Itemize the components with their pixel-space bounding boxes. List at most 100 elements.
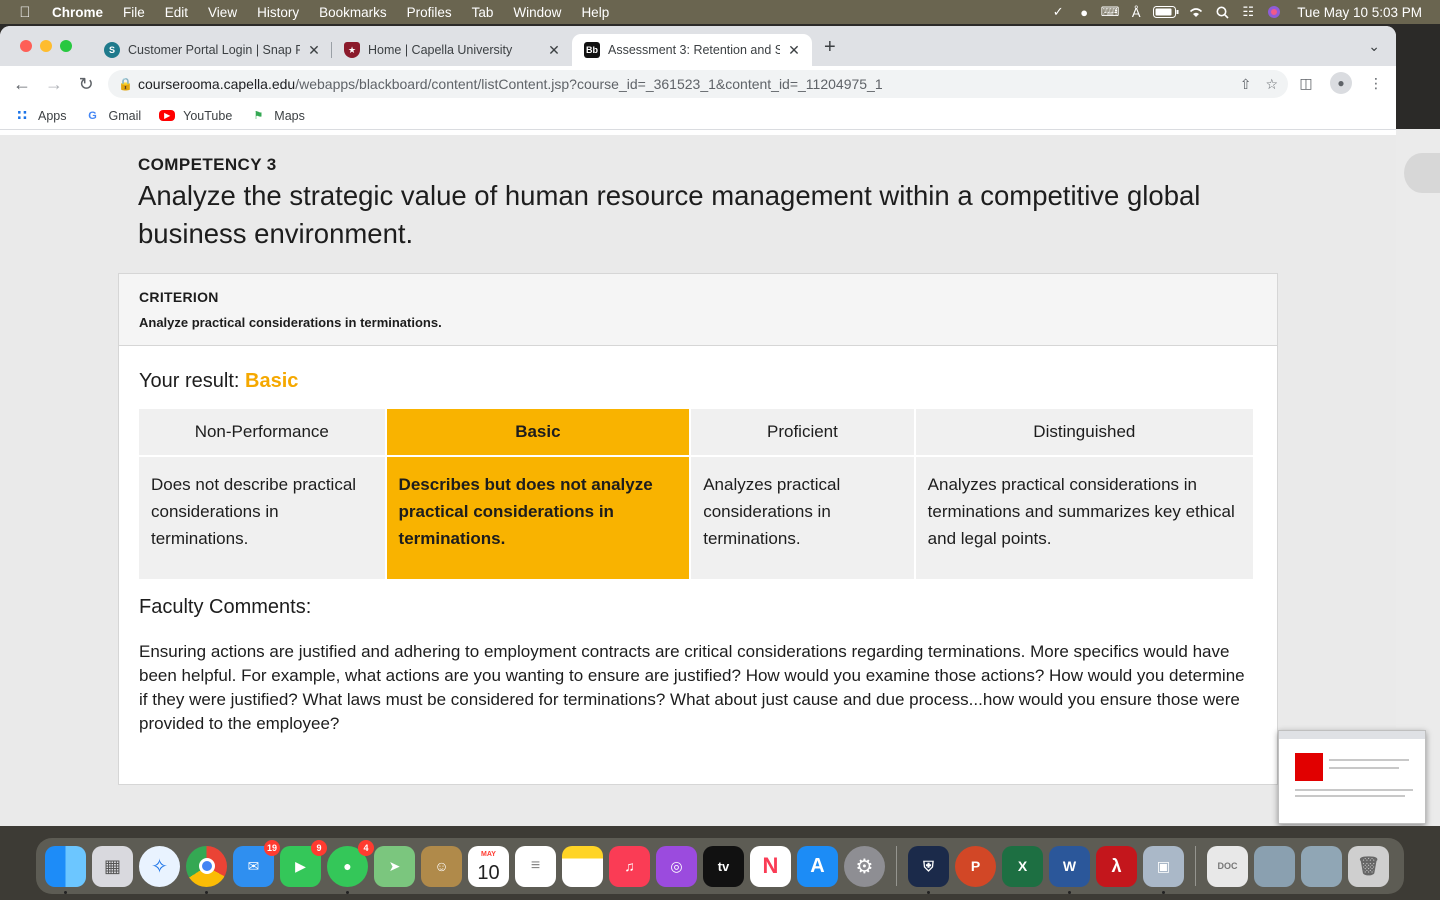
youtube-play-icon: ▶ (159, 110, 176, 121)
system-preferences-icon[interactable]: ⚙ (844, 845, 885, 887)
tab-assessment-3[interactable]: Bb Assessment 3: Retention and S ✕ (572, 34, 812, 66)
minimize-window-button[interactable] (40, 40, 52, 52)
blackboard-favicon-icon: Bb (584, 42, 600, 58)
screenshot-stack-icon[interactable] (1254, 845, 1295, 887)
competency-title: Analyze the strategic value of human res… (138, 180, 1201, 249)
powerpoint-icon[interactable]: P (955, 845, 996, 887)
bluetooth-icon[interactable]: Å (1123, 0, 1149, 24)
messages-icon[interactable]: ● 4 (327, 839, 374, 894)
vpn-shield-icon[interactable]: ⛨ (908, 845, 949, 894)
close-window-button[interactable] (20, 40, 32, 52)
address-bar[interactable]: 🔒 courserooma.capella.edu/webapps/blackb… (108, 70, 1288, 98)
apple-tv-icon[interactable]: tv (703, 845, 744, 887)
bookmark-star-icon[interactable]: ☆ (1265, 76, 1278, 93)
news-icon[interactable]: N (750, 845, 791, 887)
menu-app-name[interactable]: Chrome (50, 5, 113, 20)
creative-cloud-icon[interactable]: ● (1071, 0, 1097, 24)
wifi-icon[interactable] (1183, 0, 1209, 24)
macos-menubar:  Chrome File Edit View History Bookmark… (0, 0, 1440, 24)
new-tab-button[interactable]: + (824, 36, 836, 59)
facetime-icon[interactable]: ▶ 9 (280, 839, 327, 887)
bookmarks-bar: ∷ Apps G Gmail ▶ YouTube ⚑ Maps (0, 102, 1396, 130)
close-tab-icon[interactable]: ✕ (306, 42, 322, 59)
more-menu-icon[interactable]: ⋮ (1366, 73, 1386, 93)
music-icon[interactable]: ♫ (609, 845, 650, 887)
facetime-badge: 9 (311, 839, 327, 856)
battery-icon[interactable] (1149, 0, 1183, 24)
menu-view[interactable]: View (198, 5, 247, 20)
control-center-icon[interactable]: ☷ (1235, 0, 1261, 24)
mail-icon[interactable]: ✉ 19 (233, 839, 280, 887)
trash-icon[interactable]: 🗑 (1348, 845, 1389, 887)
rubric-description-selected: Describes but does not analyze practical… (386, 457, 690, 579)
bookmark-youtube[interactable]: ▶ YouTube (159, 109, 232, 123)
back-arrow-icon[interactable]: ← (6, 74, 38, 95)
lock-icon[interactable]: 🔒 (118, 77, 138, 91)
criterion-header: CRITERION Analyze practical consideratio… (119, 274, 1277, 346)
tab-search-chevron-icon[interactable]: ⌄ (1368, 38, 1380, 55)
acrobat-icon[interactable]: λ (1096, 845, 1137, 887)
maps-pin-icon: ⚑ (253, 110, 264, 122)
screenshot-stack-icon-2[interactable] (1301, 845, 1342, 887)
document-file-icon[interactable]: DOC (1207, 845, 1248, 887)
keyboard-icon[interactable]: ⌨ (1097, 0, 1123, 24)
competency-label: COMPETENCY 3 (138, 155, 277, 174)
menu-help[interactable]: Help (571, 5, 619, 20)
menu-history[interactable]: History (247, 5, 309, 20)
menu-bookmarks[interactable]: Bookmarks (309, 5, 397, 20)
notes-icon[interactable] (562, 845, 603, 887)
calendar-icon[interactable]: MAY 10 (468, 845, 509, 887)
screenshot-thumbnail[interactable] (1278, 730, 1426, 824)
bookmark-gmail[interactable]: G Gmail (85, 108, 141, 124)
launchpad-icon[interactable]: ▦ (92, 845, 133, 887)
menu-tab[interactable]: Tab (462, 5, 504, 20)
criterion-card: CRITERION Analyze practical consideratio… (118, 273, 1278, 785)
close-tab-icon[interactable]: ✕ (786, 42, 802, 59)
zoom-window-button[interactable] (60, 40, 72, 52)
faculty-comments-title: Faculty Comments: (139, 596, 312, 618)
snap-favicon-icon: S (104, 42, 120, 58)
check-status-icon[interactable]: ✓ (1045, 0, 1071, 24)
menu-profiles[interactable]: Profiles (397, 5, 462, 20)
tab-title: Customer Portal Login | Snap F (128, 43, 300, 57)
url-host: courserooma.capella.edu (138, 76, 296, 92)
side-panel-icon[interactable]: ◫ (1296, 73, 1316, 93)
rubric-description: Does not describe practical consideratio… (139, 457, 385, 579)
bookmark-maps[interactable]: ⚑ Maps (250, 108, 305, 124)
tab-strip: S Customer Portal Login | Snap F ✕ ★ Hom… (0, 26, 1396, 66)
tab-capella-home[interactable]: ★ Home | Capella University ✕ (332, 34, 572, 66)
rubric-description: Analyzes practical considerations in ter… (915, 457, 1253, 579)
excel-icon[interactable]: X (1002, 845, 1043, 887)
app-store-icon[interactable]: A (797, 845, 838, 887)
finder-icon[interactable] (45, 845, 86, 894)
podcasts-icon[interactable]: ◎ (656, 845, 697, 887)
share-icon[interactable]: ⇧ (1240, 76, 1252, 93)
spotlight-search-icon[interactable] (1209, 0, 1235, 24)
word-icon[interactable]: W (1049, 845, 1090, 894)
window-controls (20, 40, 72, 52)
apple-menu-icon[interactable]:  (0, 4, 50, 21)
preview-icon[interactable]: ▣ (1143, 845, 1184, 894)
criterion-label: CRITERION (139, 289, 219, 305)
reload-icon[interactable]: ↻ (70, 74, 102, 95)
tab-snap-portal[interactable]: S Customer Portal Login | Snap F ✕ (92, 34, 332, 66)
siri-icon[interactable] (1261, 0, 1287, 24)
tab-title: Assessment 3: Retention and S (608, 43, 780, 57)
background-window-edge[interactable] (1396, 129, 1440, 826)
bookmark-label: Maps (274, 108, 305, 123)
menu-window[interactable]: Window (503, 5, 571, 20)
chrome-icon[interactable] (186, 845, 227, 894)
menubar-clock[interactable]: Tue May 10 5:03 PM (1287, 5, 1440, 20)
tab-title: Home | Capella University (368, 43, 513, 57)
menu-file[interactable]: File (113, 5, 155, 20)
maps-icon[interactable]: ➤ (374, 845, 415, 887)
close-tab-icon[interactable]: ✕ (546, 42, 562, 59)
bookmark-apps[interactable]: ∷ Apps (14, 107, 66, 124)
contacts-icon[interactable]: ☺ (421, 845, 462, 887)
profile-avatar-icon[interactable]: ● (1330, 72, 1352, 94)
safari-icon[interactable]: ✧ (139, 845, 180, 887)
reminders-icon[interactable]: ≡ (515, 845, 556, 887)
menu-edit[interactable]: Edit (155, 5, 198, 20)
criterion-text: Analyze practical considerations in term… (139, 315, 442, 330)
forward-arrow-icon[interactable]: → (38, 74, 70, 95)
